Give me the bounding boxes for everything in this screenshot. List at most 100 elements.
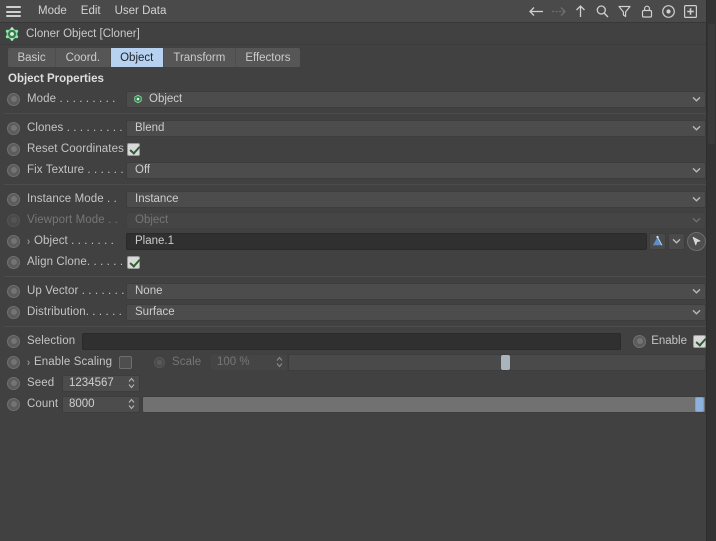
clones-dropdown[interactable]: Blend <box>126 119 706 137</box>
animate-dot-seed[interactable] <box>7 376 20 390</box>
row-mode: Mode . . . . . . . . . Object <box>4 89 706 109</box>
selection-enable-checkbox[interactable] <box>693 334 706 348</box>
toolbar-icons <box>527 0 700 23</box>
animate-dot-up-vector[interactable] <box>7 284 20 298</box>
scrollbar-thumb[interactable] <box>708 24 715 144</box>
up-arrow-icon[interactable] <box>571 2 590 21</box>
chevron-down-icon <box>692 214 701 226</box>
object-pick-cursor-button[interactable] <box>687 231 706 251</box>
align-clone-checkbox[interactable] <box>127 255 140 269</box>
stepper-arrows-icon[interactable] <box>128 377 135 389</box>
scale-stepper: 100 % <box>210 353 288 371</box>
enable-scaling-checkbox[interactable] <box>119 355 132 369</box>
page-title: Cloner Object [Cloner] <box>26 27 140 40</box>
label-cell-instance-mode: Instance Mode . . <box>20 193 126 205</box>
label-distribution: Distribution. . . . . . <box>27 306 122 318</box>
animate-dot-selection-enable[interactable] <box>633 334 647 348</box>
tab-basic[interactable]: Basic <box>8 48 57 67</box>
chevron-down-icon[interactable] <box>692 285 701 297</box>
tab-object[interactable]: Object <box>110 48 164 67</box>
cloner-object-attributes-panel: Mode Edit User Data Cloner Object [Clone… <box>0 0 716 541</box>
chevron-down-icon[interactable] <box>692 164 701 176</box>
animate-dot-fix-texture[interactable] <box>7 163 20 177</box>
tab-coord[interactable]: Coord. <box>56 48 111 67</box>
hamburger-menu-icon[interactable] <box>6 6 21 17</box>
object-thumbnail-icon[interactable] <box>649 232 666 250</box>
reset-coordinates-checkbox[interactable] <box>127 142 140 156</box>
animate-dot-count[interactable] <box>7 397 20 411</box>
label-cell-viewport-mode: Viewport Mode . . <box>20 214 126 226</box>
filter-funnel-icon[interactable] <box>615 2 634 21</box>
menu-item-mode[interactable]: Mode <box>31 0 74 22</box>
animate-dot-clones[interactable] <box>7 121 20 135</box>
add-panel-icon[interactable] <box>681 2 700 21</box>
label-cell-distribution: Distribution. . . . . . <box>20 306 126 318</box>
animate-dot-mode[interactable] <box>7 92 20 106</box>
scale-slider-handle[interactable] <box>501 354 511 370</box>
menu-item-user-data[interactable]: User Data <box>108 0 174 22</box>
count-value[interactable]: 8000 <box>63 398 95 410</box>
animate-dot-selection[interactable] <box>7 334 20 348</box>
expander-arrow-object[interactable]: › <box>27 235 30 248</box>
tab-transform[interactable]: Transform <box>163 48 236 67</box>
count-slider-handle[interactable] <box>695 396 704 412</box>
row-object: › Object . . . . . . . Plane.1 <box>4 231 706 251</box>
row-up-vector: Up Vector . . . . . . . None <box>4 281 706 301</box>
label-instance-mode: Instance Mode . . <box>27 193 117 205</box>
chevron-down-icon[interactable] <box>692 193 701 205</box>
animate-dot-align-clone[interactable] <box>7 255 20 269</box>
label-selection-enable: Enable <box>651 335 687 347</box>
menu-item-edit[interactable]: Edit <box>74 0 108 22</box>
animate-dot-reset-coordinates[interactable] <box>7 142 20 156</box>
attribute-tabs: Basic Coord. Object Transform Effectors <box>8 48 300 67</box>
back-arrow-icon[interactable] <box>527 2 546 21</box>
mode-value: Object <box>149 93 183 105</box>
animate-dot-enable-scaling[interactable] <box>7 355 20 369</box>
up-vector-dropdown[interactable]: None <box>126 282 706 300</box>
animate-dot-distribution[interactable] <box>7 305 20 319</box>
object-dropdown-chevron-icon[interactable] <box>668 232 685 250</box>
panel-scrollbar[interactable] <box>706 0 716 541</box>
animate-dot-viewport-mode <box>7 213 20 227</box>
stepper-arrows-icon <box>276 356 283 368</box>
seed-value[interactable]: 1234567 <box>63 377 114 389</box>
animate-dot-instance-mode[interactable] <box>7 192 20 206</box>
chevron-down-icon[interactable] <box>692 93 701 105</box>
mode-dropdown[interactable]: Object <box>126 90 706 108</box>
row-clones: Clones . . . . . . . . . Blend <box>4 118 706 138</box>
label-align-clone: Align Clone. . . . . . <box>27 256 124 268</box>
chevron-down-icon[interactable] <box>692 306 701 318</box>
row-seed: Seed 1234567 <box>4 373 706 393</box>
expander-arrow-enable-scaling[interactable]: › <box>27 356 30 369</box>
animate-dot-object[interactable] <box>7 234 20 248</box>
object-link-field[interactable]: Plane.1 <box>126 232 647 250</box>
label-cell-fix-texture: Fix Texture . . . . . . <box>20 164 126 176</box>
selection-field[interactable] <box>82 332 622 350</box>
count-slider-track[interactable] <box>142 395 706 413</box>
search-icon[interactable] <box>593 2 612 21</box>
distribution-dropdown[interactable]: Surface <box>126 303 706 321</box>
label-cell-mode: Mode . . . . . . . . . <box>20 93 126 105</box>
cloner-object-icon <box>4 26 20 42</box>
fix-texture-dropdown[interactable]: Off <box>126 161 706 179</box>
instance-mode-value: Instance <box>135 193 179 205</box>
scale-slider-track[interactable] <box>288 353 706 371</box>
label-mode: Mode . . . . . . . . . <box>27 93 116 105</box>
row-fix-texture: Fix Texture . . . . . . Off <box>4 160 706 180</box>
row-distribution: Distribution. . . . . . Surface <box>4 302 706 322</box>
lock-icon[interactable] <box>637 2 656 21</box>
row-count: Count 8000 <box>4 394 706 414</box>
target-circle-icon[interactable] <box>659 2 678 21</box>
instance-mode-dropdown[interactable]: Instance <box>126 190 706 208</box>
row-selection: Selection Enable <box>4 331 706 351</box>
label-cell-up-vector: Up Vector . . . . . . . <box>20 285 126 297</box>
tab-effectors[interactable]: Effectors <box>235 48 300 67</box>
chevron-down-icon[interactable] <box>692 122 701 134</box>
up-vector-value: None <box>135 285 163 297</box>
clones-value: Blend <box>135 122 165 134</box>
seed-stepper[interactable]: 1234567 <box>62 374 140 392</box>
count-stepper[interactable]: 8000 <box>62 395 140 413</box>
forward-arrow-icon[interactable] <box>549 2 568 21</box>
stepper-arrows-icon[interactable] <box>128 398 135 410</box>
label-object: Object . . . . . . . <box>34 235 114 247</box>
